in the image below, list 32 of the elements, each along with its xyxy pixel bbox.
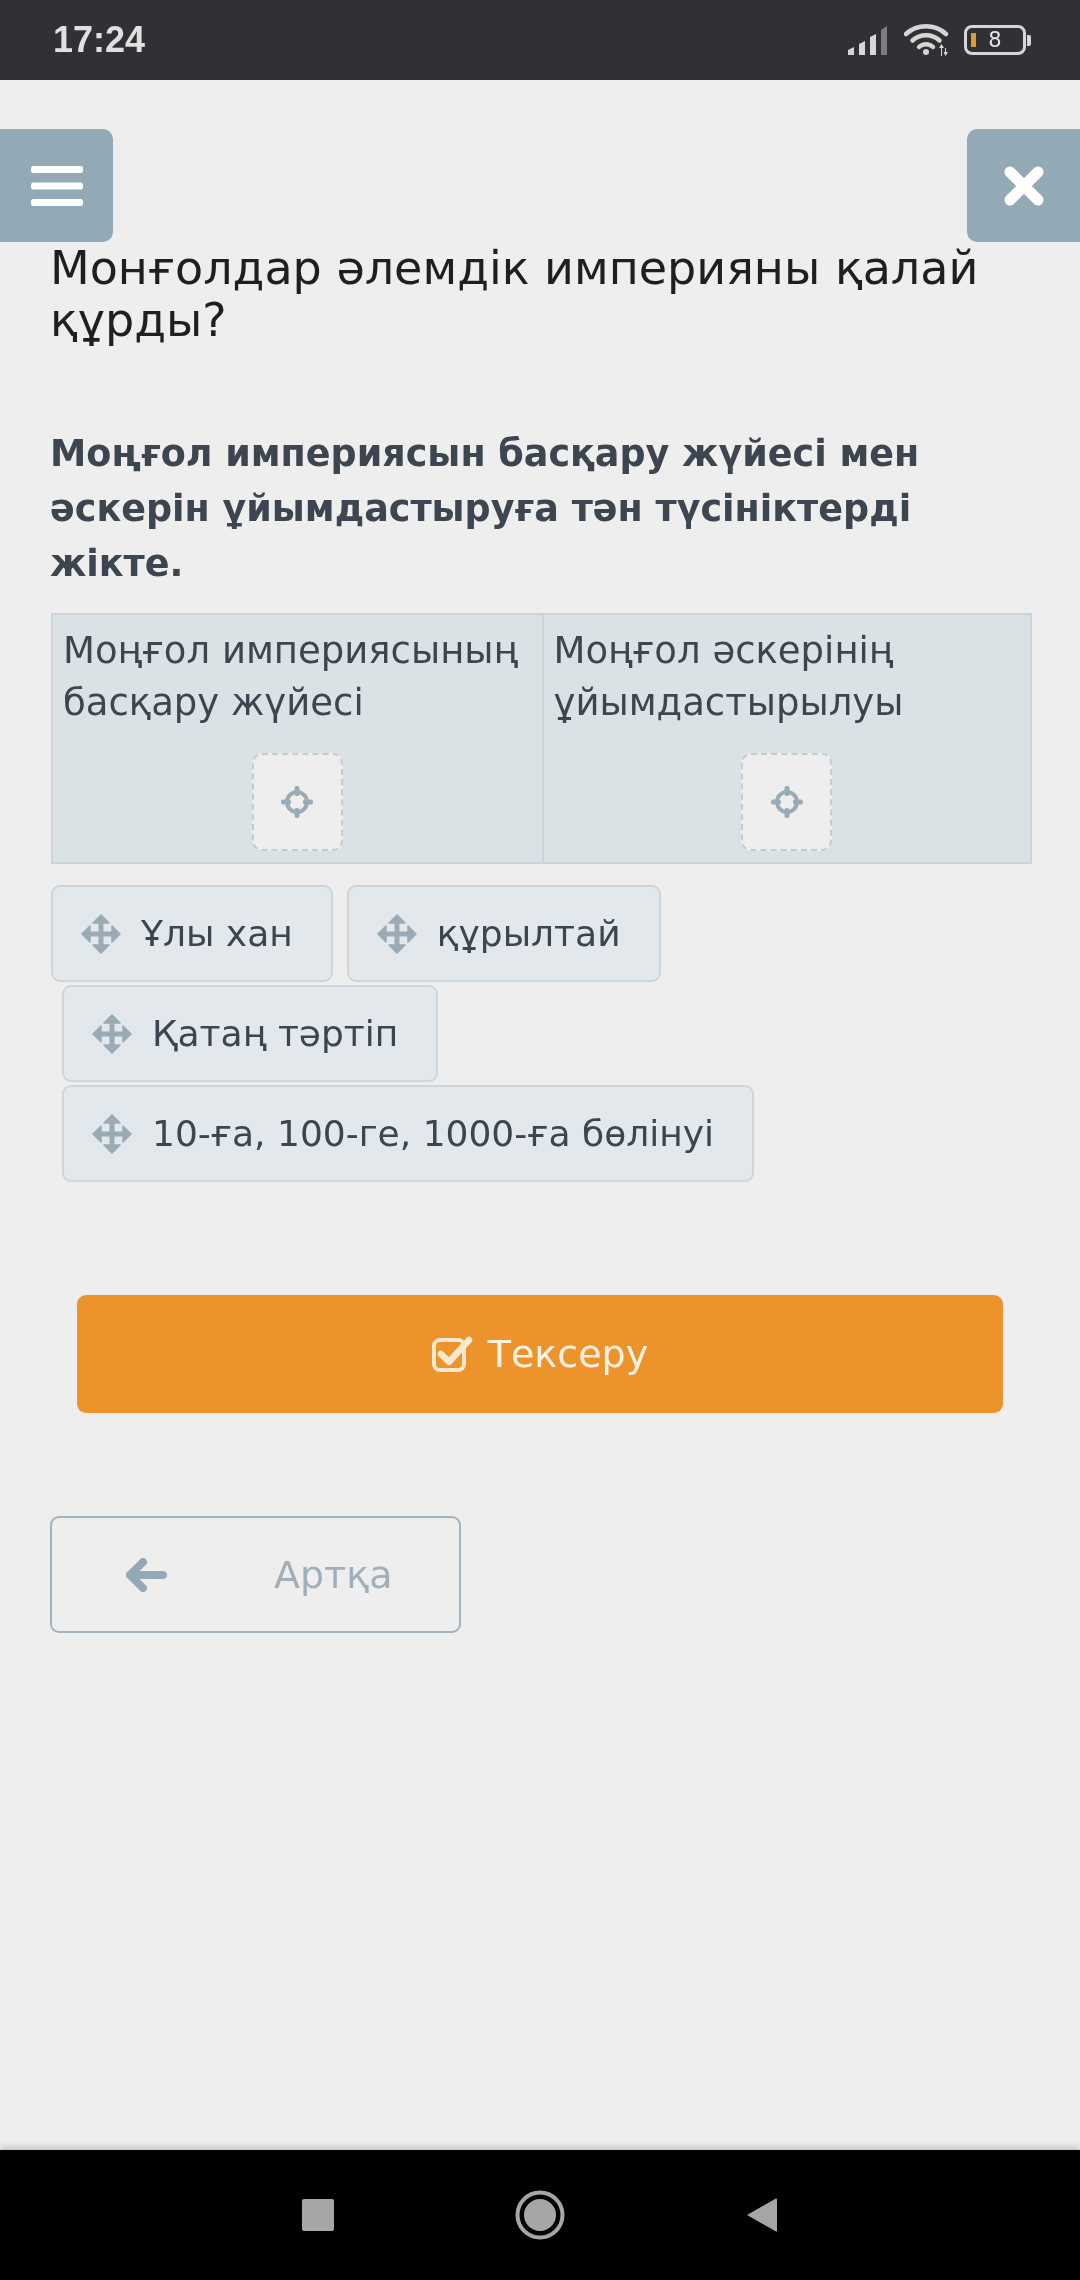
menu-icon bbox=[30, 165, 83, 206]
status-time: 17:24 bbox=[53, 19, 146, 61]
move-icon bbox=[376, 913, 417, 954]
item-label: құрылтай bbox=[436, 913, 621, 954]
draggable-item[interactable]: құрылтай bbox=[346, 885, 661, 982]
draggable-item[interactable]: Қатаң тәртіп bbox=[62, 985, 439, 1082]
category-heading: Моңғол империясының басқару жүйесі bbox=[63, 628, 519, 726]
crosshair-icon bbox=[279, 784, 316, 820]
draggable-item[interactable]: 10-ға, 100-ге, 1000-ға бөлінуі bbox=[62, 1085, 755, 1182]
checkbox-tick-icon bbox=[431, 1336, 474, 1372]
page-title: Монғолдар әлемдік империяны қалай құрды? bbox=[50, 242, 980, 346]
draggable-item[interactable]: Ұлы хан bbox=[51, 885, 333, 982]
item-label: 10-ға, 100-ге, 1000-ға бөлінуі bbox=[152, 1113, 715, 1154]
close-icon bbox=[1003, 165, 1044, 206]
home-icon[interactable] bbox=[515, 2190, 565, 2240]
battery-percentage: 8 bbox=[987, 28, 1003, 52]
signal-icon bbox=[848, 25, 890, 55]
instruction-text: Моңғол империясын басқару жүйесі мен әскерін ұйымдастыруға тән түсініктерді жікте. bbox=[50, 431, 921, 587]
item-label: Қатаң тәртіп bbox=[152, 1013, 399, 1054]
move-icon bbox=[92, 1113, 132, 1154]
drop-zone[interactable] bbox=[251, 753, 343, 851]
drop-zone[interactable] bbox=[741, 753, 833, 851]
item-label: Ұлы хан bbox=[141, 913, 293, 954]
wifi-icon bbox=[904, 24, 950, 56]
move-icon bbox=[92, 1013, 132, 1054]
crosshair-icon bbox=[768, 784, 805, 820]
category-heading: Моңғол әскерінің ұйымдастырылуы bbox=[553, 628, 905, 726]
move-icon bbox=[81, 913, 121, 954]
back-icon[interactable] bbox=[746, 2197, 778, 2233]
menu-button[interactable] bbox=[0, 129, 113, 242]
close-button[interactable] bbox=[967, 129, 1080, 242]
left-arrow-icon bbox=[126, 1557, 167, 1592]
